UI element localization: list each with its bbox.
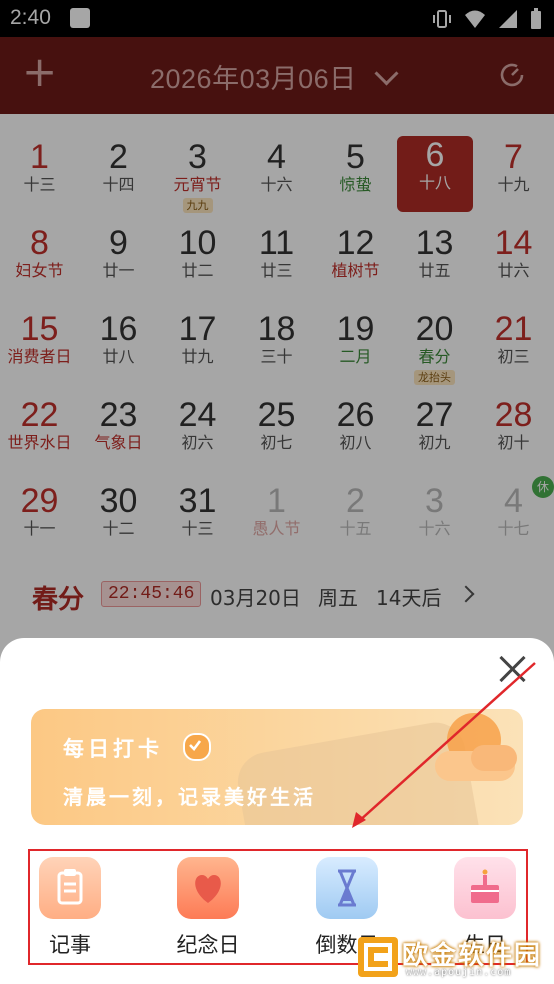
cloud-illustration bbox=[471, 745, 517, 771]
tool-label: 纪念日 bbox=[176, 933, 240, 957]
tool-notes[interactable]: 记事 bbox=[15, 857, 125, 959]
banner-subtitle: 清晨一刻，记录美好生活 bbox=[63, 785, 316, 809]
watermark-logo-icon bbox=[358, 937, 398, 977]
watermark-url: www.apoujin.com bbox=[406, 967, 512, 978]
hourglass-icon bbox=[316, 857, 378, 919]
bottom-sheet: 每日打卡 清晨一刻，记录美好生活 记事 纪念日 倒数日 生日 bbox=[0, 638, 554, 984]
check-icon bbox=[183, 733, 211, 761]
daily-checkin-banner[interactable]: 每日打卡 清晨一刻，记录美好生活 bbox=[31, 709, 523, 825]
tool-label: 记事 bbox=[49, 933, 91, 957]
cake-icon bbox=[454, 857, 516, 919]
watermark: 欧金软件园 www.apoujin.com bbox=[350, 935, 554, 984]
banner-title: 每日打卡 bbox=[63, 736, 163, 761]
tool-anniversary[interactable]: 纪念日 bbox=[153, 857, 263, 959]
close-icon[interactable] bbox=[498, 654, 528, 684]
clipboard-icon bbox=[39, 857, 101, 919]
heart-icon bbox=[177, 857, 239, 919]
